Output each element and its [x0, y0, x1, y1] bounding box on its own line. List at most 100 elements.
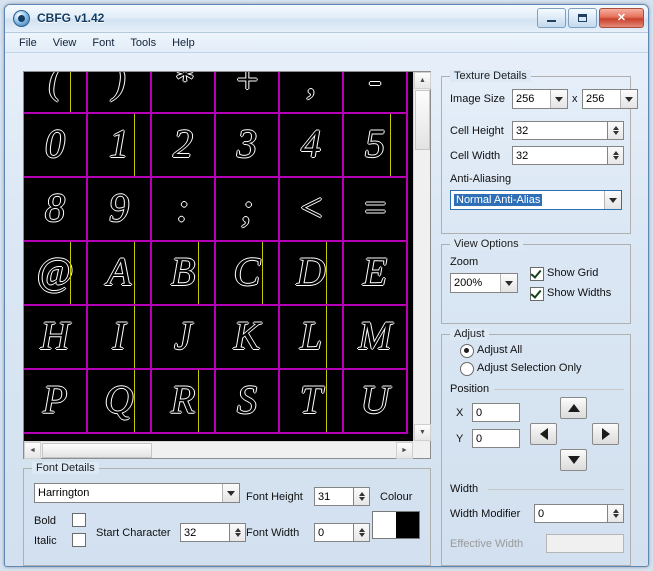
glyph-cell[interactable]: S [216, 370, 280, 434]
chevron-down-icon[interactable] [604, 191, 621, 209]
glyph-cell[interactable]: R [152, 370, 216, 434]
scroll-left-button[interactable]: ◄ [24, 442, 41, 459]
glyph-cell[interactable]: - [344, 72, 408, 114]
show-grid-checkbox[interactable]: Show Grid [530, 267, 598, 281]
glyph-cell[interactable]: C [216, 242, 280, 306]
menu-font[interactable]: Font [84, 35, 122, 51]
glyph-cell[interactable]: T [280, 370, 344, 434]
zoom-combo[interactable]: 200% [450, 273, 518, 293]
anti-aliasing-combo[interactable]: Normal Anti-Alias [450, 190, 622, 210]
position-label: Position [450, 383, 490, 395]
scroll-right-button[interactable]: ► [396, 442, 413, 459]
start-character-input[interactable]: 32 [180, 523, 230, 542]
font-height-stepper[interactable] [354, 487, 370, 506]
glyph-cell[interactable]: 5 [344, 114, 408, 178]
glyph-char: C [233, 248, 261, 294]
glyph-cell[interactable]: E [344, 242, 408, 306]
colour-swatches[interactable] [372, 511, 420, 539]
scrollbar-corner [413, 441, 430, 458]
menu-bar: File View Font Tools Help [5, 33, 648, 53]
position-x-input[interactable]: 0 [472, 403, 520, 422]
view-options-legend: View Options [450, 238, 523, 250]
colour-label: Colour [380, 491, 413, 503]
menu-help[interactable]: Help [164, 35, 203, 51]
glyph-cell[interactable]: ; [216, 178, 280, 242]
glyph-cell[interactable]: 4 [280, 114, 344, 178]
glyph-cell[interactable]: 2 [152, 114, 216, 178]
glyph-cell[interactable]: H [24, 306, 88, 370]
glyph-cell[interactable]: , [280, 72, 344, 114]
start-character-stepper[interactable] [230, 523, 246, 542]
glyph-cell[interactable]: B [152, 242, 216, 306]
font-width-input[interactable]: 0 [314, 523, 354, 542]
font-width-stepper[interactable] [354, 523, 370, 542]
glyph-cell[interactable]: + [216, 72, 280, 114]
glyph-cell[interactable]: 8 [24, 178, 88, 242]
glyph-preview-panel[interactable]: () * +, - 0 1 2 3 4 5 8 9:; < = @ A B C D E H I J K L M P Q R S T U ▲ ▼… [23, 71, 431, 459]
close-button[interactable]: ✕ [599, 8, 644, 28]
image-size-width-combo[interactable]: 256 [512, 89, 568, 109]
cell-height-stepper[interactable] [608, 121, 624, 140]
adjust-all-radio[interactable]: Adjust All [460, 344, 522, 358]
glyph-cell[interactable]: ) [88, 72, 152, 114]
glyph-cell[interactable]: U [344, 370, 408, 434]
glyph-cell[interactable]: D [280, 242, 344, 306]
glyph-cell[interactable]: L [280, 306, 344, 370]
adjust-selection-only-radio[interactable]: Adjust Selection Only [460, 362, 582, 376]
glyph-cell[interactable]: I [88, 306, 152, 370]
move-down-button[interactable] [560, 449, 587, 471]
menu-file[interactable]: File [11, 35, 45, 51]
move-up-button[interactable] [560, 397, 587, 419]
glyph-cell[interactable]: 1 [88, 114, 152, 178]
glyph-cell[interactable]: < [280, 178, 344, 242]
glyph-cell[interactable]: P [24, 370, 88, 434]
show-widths-checkbox[interactable]: Show Widths [530, 287, 611, 301]
chevron-down-icon[interactable] [500, 274, 517, 292]
glyph-char: E [362, 248, 388, 294]
minimize-button[interactable] [537, 8, 566, 28]
move-right-button[interactable] [592, 423, 619, 445]
glyph-cell[interactable]: K [216, 306, 280, 370]
chevron-down-icon[interactable] [620, 90, 637, 108]
foreground-colour-swatch[interactable] [373, 512, 396, 538]
chevron-down-icon[interactable] [550, 90, 567, 108]
glyph-row: () * +, - [24, 72, 413, 114]
cell-width-input[interactable]: 32 [512, 146, 608, 165]
glyph-cell[interactable]: Q [88, 370, 152, 434]
position-y-input[interactable]: 0 [472, 429, 520, 448]
width-modifier-input[interactable]: 0 [534, 504, 608, 523]
font-name-combo[interactable]: Harrington [34, 483, 240, 503]
menu-view[interactable]: View [45, 35, 85, 51]
glyph-cell[interactable]: A [88, 242, 152, 306]
glyph-cell[interactable]: ( [24, 72, 88, 114]
glyph-cell[interactable]: * [152, 72, 216, 114]
cell-width-stepper[interactable] [608, 146, 624, 165]
maximize-button[interactable] [568, 8, 597, 28]
preview-vertical-scrollbar[interactable]: ▲ ▼ [413, 72, 431, 441]
scroll-up-button[interactable]: ▲ [414, 72, 431, 89]
menu-tools[interactable]: Tools [122, 35, 164, 51]
image-size-height-combo[interactable]: 256 [582, 89, 638, 109]
vertical-scroll-thumb[interactable] [415, 90, 430, 150]
preview-horizontal-scrollbar[interactable]: ◄ ► [24, 441, 413, 459]
background-colour-swatch[interactable] [396, 512, 419, 538]
font-height-input[interactable]: 31 [314, 487, 354, 506]
move-left-button[interactable] [530, 423, 557, 445]
glyph-cell[interactable]: @ [24, 242, 88, 306]
glyph-canvas[interactable]: () * +, - 0 1 2 3 4 5 8 9:; < = @ A B C D E H I J K L M P Q R S T U [24, 72, 413, 441]
horizontal-scroll-thumb[interactable] [42, 443, 152, 458]
adjust-selection-only-label: Adjust Selection Only [477, 362, 582, 374]
glyph-cell[interactable]: J [152, 306, 216, 370]
scroll-down-button[interactable]: ▼ [414, 424, 431, 441]
glyph-grid: () * +, - 0 1 2 3 4 5 8 9:; < = @ A B C D E H I J K L M P Q R S T U [24, 72, 413, 434]
glyph-cell[interactable]: 0 [24, 114, 88, 178]
glyph-cell[interactable]: 9 [88, 178, 152, 242]
width-modifier-stepper[interactable] [608, 504, 624, 523]
chevron-down-icon[interactable] [222, 484, 239, 502]
glyph-cell[interactable]: M [344, 306, 408, 370]
glyph-cell[interactable]: : [152, 178, 216, 242]
glyph-cell[interactable]: 3 [216, 114, 280, 178]
glyph-cell[interactable]: = [344, 178, 408, 242]
cell-height-input[interactable]: 32 [512, 121, 608, 140]
font-height-label: Font Height [246, 491, 303, 503]
